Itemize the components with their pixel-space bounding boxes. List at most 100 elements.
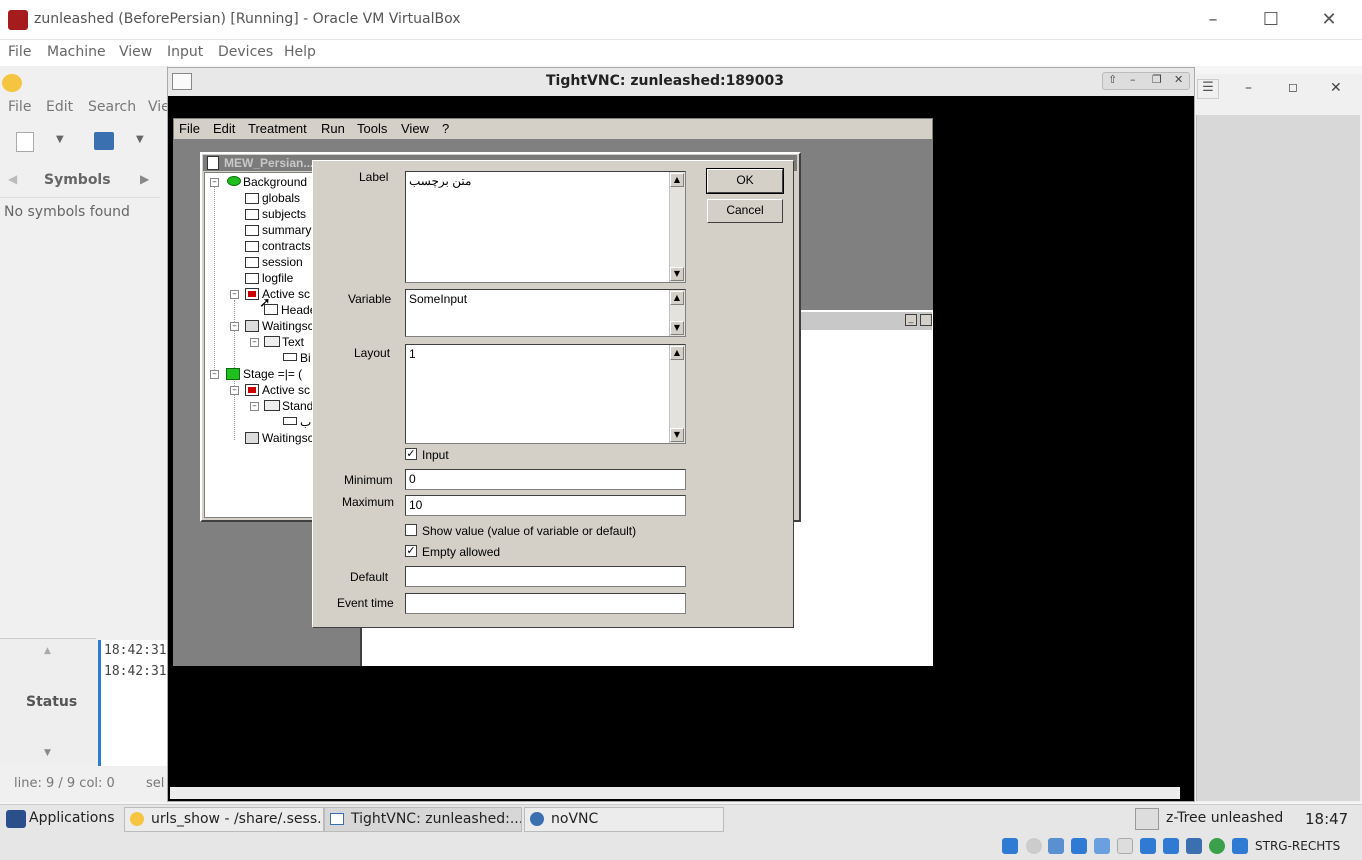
tree-node-contracts[interactable]: contracts <box>262 239 311 253</box>
usb-icon[interactable] <box>1094 838 1110 854</box>
stage-maximize-button[interactable] <box>920 314 932 326</box>
clock[interactable]: 18:47 <box>1305 810 1348 828</box>
optical-drive-icon[interactable] <box>1026 838 1042 854</box>
menu-machine[interactable]: Machine <box>47 44 106 60</box>
scroll-down-icon[interactable]: ▼ <box>44 748 51 758</box>
tree-node-standard[interactable]: Stand <box>282 399 313 413</box>
menu-input[interactable]: Input <box>167 44 203 60</box>
input-checkbox[interactable]: ✓ <box>405 448 417 460</box>
variable-textarea[interactable]: SomeInput <box>405 289 686 337</box>
vnc-close-icon[interactable]: ✕ <box>1174 73 1183 86</box>
tree-expand-toggle[interactable]: – <box>250 402 259 411</box>
default-input[interactable] <box>405 566 686 587</box>
ztree-menu-run[interactable]: Run <box>321 121 345 136</box>
tree-node-logfile[interactable]: logfile <box>262 271 293 285</box>
editor-menu-search[interactable]: Search <box>88 99 136 115</box>
new-file-icon[interactable] <box>16 132 34 152</box>
vnc-restore-icon[interactable]: ❐ <box>1152 73 1162 86</box>
scroll-up-icon[interactable]: ▲ <box>670 173 684 187</box>
recording-icon[interactable] <box>1163 838 1179 854</box>
tab-prev-icon[interactable]: ◀ <box>8 172 17 186</box>
scroll-down-icon[interactable]: ▼ <box>670 321 684 335</box>
task-tightvnc[interactable]: TightVNC: zunleashed:... <box>324 807 522 832</box>
tab-next-icon[interactable]: ▶ <box>140 172 149 186</box>
scroll-up-icon[interactable]: ▲ <box>670 291 684 305</box>
ztree-menu-tools[interactable]: Tools <box>357 121 387 136</box>
label-textarea[interactable]: متن برچسب <box>405 171 686 283</box>
tree-expand-toggle[interactable]: – <box>210 370 219 379</box>
ok-button[interactable]: OK <box>706 168 784 194</box>
chevron-down-icon[interactable]: ▼ <box>56 134 64 145</box>
editor-menu-file[interactable]: File <box>8 99 31 115</box>
hard-disk-icon[interactable] <box>1002 838 1018 854</box>
pen-icon[interactable] <box>1135 808 1159 830</box>
tree-expand-toggle[interactable]: – <box>250 338 259 347</box>
minimum-input[interactable]: 0 <box>405 469 686 490</box>
ztree-menu-treatment[interactable]: Treatment <box>248 121 307 136</box>
tree-node-session[interactable]: session <box>262 255 303 269</box>
scroll-up-icon[interactable]: ▲ <box>44 646 51 656</box>
ztree-menu-view[interactable]: View <box>401 121 429 136</box>
tree-node-item[interactable]: ب <box>300 415 311 429</box>
tree-expand-toggle[interactable]: – <box>230 386 239 395</box>
chevron-down-icon[interactable]: ▼ <box>136 134 144 145</box>
maximum-input[interactable]: 10 <box>405 495 686 516</box>
close-button[interactable]: ✕ <box>1314 8 1344 32</box>
host-key-icon[interactable] <box>1232 838 1248 854</box>
tree-node-text[interactable]: Text <box>282 335 304 349</box>
tree-node-waiting-screen[interactable]: Waitingsc <box>262 319 314 333</box>
open-file-icon[interactable] <box>94 132 114 150</box>
shared-folders-icon[interactable] <box>1117 838 1133 854</box>
tree-expand-toggle[interactable]: – <box>230 290 239 299</box>
scroll-down-icon[interactable]: ▼ <box>670 267 684 281</box>
tree-node-summary[interactable]: summary <box>262 223 311 237</box>
background-stage-icon <box>227 176 241 186</box>
tree-node-subjects[interactable]: subjects <box>262 207 306 221</box>
vnc-window-icon[interactable] <box>172 73 192 90</box>
ztree-menu-file[interactable]: File <box>179 121 200 136</box>
scroll-up-icon[interactable]: ▲ <box>670 346 684 360</box>
menu-help[interactable]: Help <box>284 44 316 60</box>
show-value-checkbox[interactable] <box>405 524 417 536</box>
event-time-input[interactable] <box>405 593 686 614</box>
tree-node-globals[interactable]: globals <box>262 191 300 205</box>
vnc-shade-icon[interactable]: ⇧ <box>1108 73 1117 86</box>
editor-menu-edit[interactable]: Edit <box>46 99 73 115</box>
ztree-menu-help[interactable]: ? <box>442 121 449 136</box>
cancel-button[interactable]: Cancel <box>707 199 783 223</box>
tree-node-item[interactable]: Bi <box>300 351 311 365</box>
stage-minimize-button[interactable]: _ <box>905 314 917 326</box>
menu-view[interactable]: View <box>119 44 152 60</box>
empty-allowed-checkbox[interactable]: ✓ <box>405 545 417 557</box>
vnc-minimize-icon[interactable]: – <box>1130 73 1136 86</box>
editor-close-button[interactable]: ✕ <box>1330 80 1342 96</box>
menu-file[interactable]: File <box>8 44 31 60</box>
tree-node-active-screen[interactable]: Active sc <box>262 383 310 397</box>
audio-icon[interactable] <box>1048 838 1064 854</box>
minimize-button[interactable]: – <box>1198 8 1228 32</box>
table-icon <box>245 241 259 252</box>
tree-node-waiting-screen[interactable]: Waitingsc <box>262 431 314 445</box>
maximize-button[interactable]: ☐ <box>1256 8 1286 32</box>
vnc-horizontal-scrollbar[interactable] <box>170 787 1180 799</box>
tree-expand-toggle[interactable]: – <box>230 322 239 331</box>
layout-textarea[interactable]: 1 <box>405 344 686 444</box>
mouse-integration-icon[interactable] <box>1209 838 1225 854</box>
editor-maximize-button[interactable]: ◻ <box>1288 80 1298 94</box>
task-novnc[interactable]: noVNC <box>524 807 724 832</box>
network-icon[interactable] <box>1071 838 1087 854</box>
editor-minimize-button[interactable]: – <box>1245 80 1252 96</box>
tree-node-stage[interactable]: Stage =|= ( <box>243 367 302 381</box>
applications-menu[interactable]: Applications <box>29 810 115 826</box>
menu-icon[interactable]: ☰ <box>1197 79 1219 99</box>
tree-expand-toggle[interactable]: – <box>210 178 219 187</box>
task-urls-show[interactable]: urls_show - /share/.sess... <box>124 807 324 832</box>
menu-devices[interactable]: Devices <box>218 44 273 60</box>
tab-symbols[interactable]: Symbols <box>44 172 111 188</box>
scroll-down-icon[interactable]: ▼ <box>670 428 684 442</box>
display-icon[interactable] <box>1140 838 1156 854</box>
ztree-menu-edit[interactable]: Edit <box>213 121 235 136</box>
virtualization-icon[interactable] <box>1186 838 1202 854</box>
label-scrollbar[interactable] <box>669 172 685 282</box>
tree-node-background[interactable]: Background <box>243 175 307 189</box>
